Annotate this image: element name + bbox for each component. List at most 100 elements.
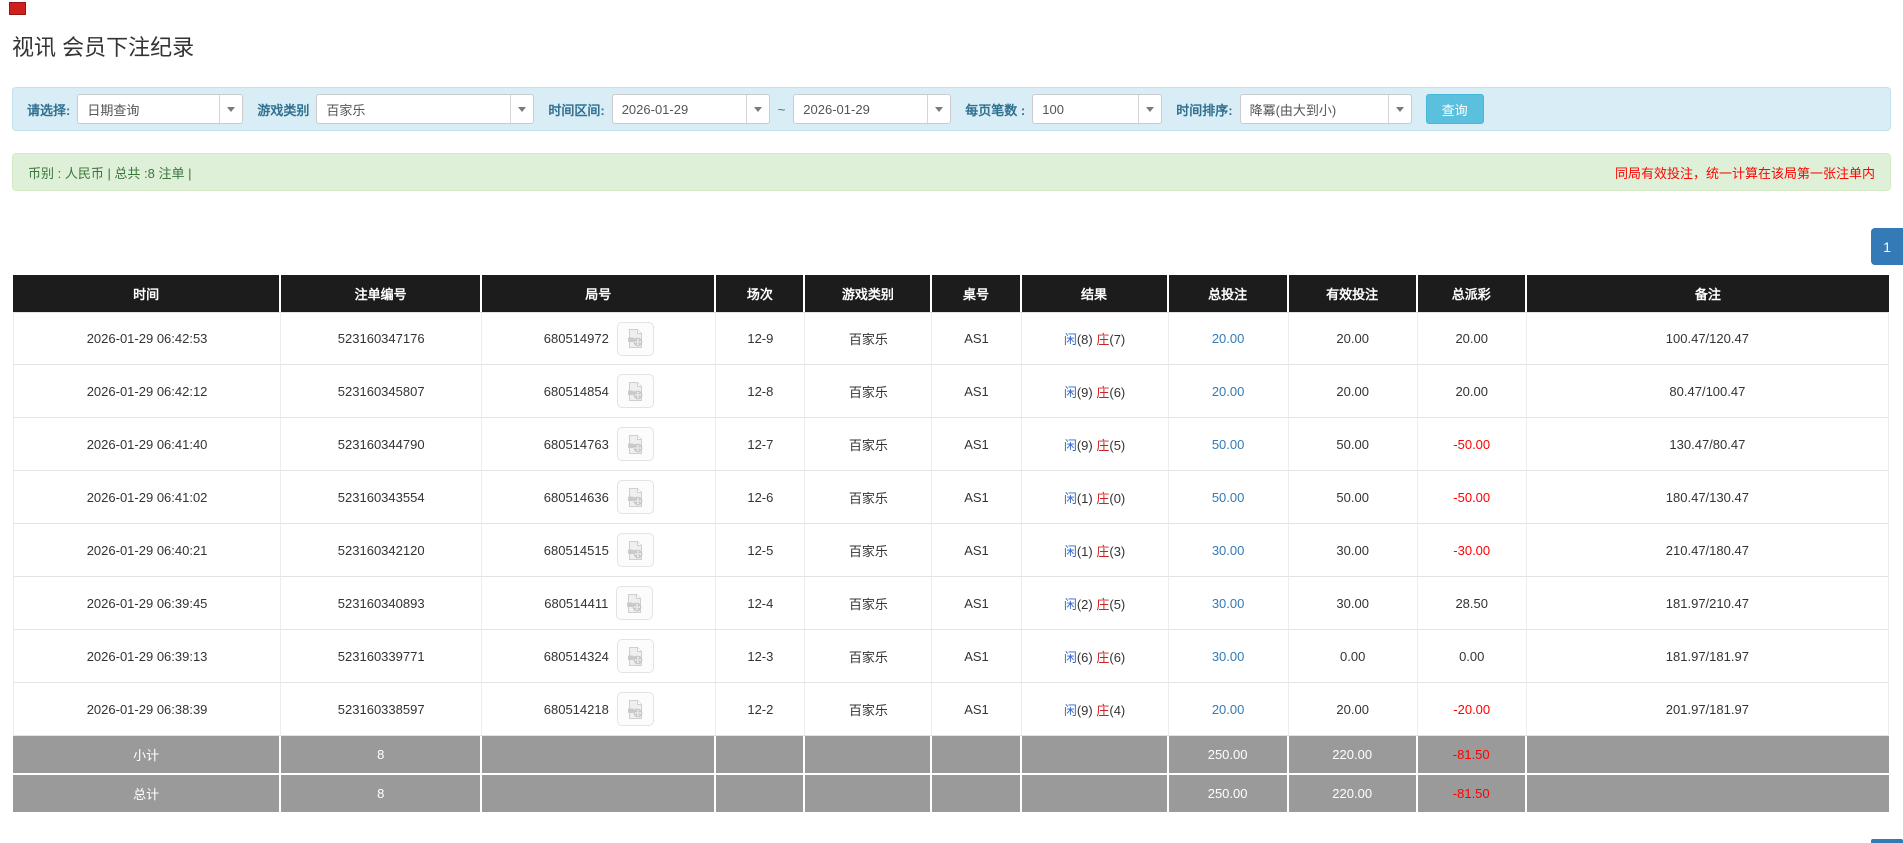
result-banker-score: (6) — [1109, 384, 1126, 400]
pagination-page-1[interactable]: 1 — [1871, 228, 1903, 265]
per-page-select[interactable]: 100 — [1032, 94, 1163, 124]
result-player-score: (6) — [1076, 649, 1093, 665]
round-id-value: 680514763 — [543, 436, 609, 452]
result-banker-score: (6) — [1109, 649, 1126, 665]
bet-records-table: 时间 注单编号 局号 场次 游戏类别 桌号 结果 总投注 有效投注 总派彩 备注… — [13, 275, 1889, 814]
round-id-value: 680514972 — [543, 331, 609, 346]
cell-session: 12-8 — [716, 365, 806, 418]
table-body: 2026-01-29 06:42:53 523160347176 6805149… — [13, 312, 1889, 736]
chevron-down-icon[interactable] — [745, 95, 769, 123]
video-replay-button[interactable] — [616, 374, 654, 408]
time-sort-label: 时间排序: — [1176, 102, 1233, 118]
filter-group-perpage: 每页笔数 : 100 — [965, 94, 1163, 124]
cell-valid-bet: 50.00 — [1288, 471, 1418, 524]
total-bet-link[interactable]: 20.00 — [1212, 702, 1245, 717]
per-page-value: 100 — [1042, 101, 1064, 117]
pagination-bottom-partial[interactable] — [1871, 839, 1903, 843]
cell-payout: -50.00 — [1417, 418, 1527, 471]
video-replay-button[interactable] — [616, 586, 654, 620]
chevron-down-icon[interactable] — [1138, 95, 1161, 123]
result-player-score: (2) — [1076, 596, 1093, 612]
cell-result: 闲(1) 庄(3) — [1021, 524, 1169, 577]
query-button[interactable]: 查询 — [1425, 94, 1484, 124]
result-banker-score: (0) — [1109, 490, 1126, 506]
total-bet-link[interactable]: 50.00 — [1212, 490, 1245, 505]
cell-table-no: AS1 — [932, 683, 1022, 736]
result-banker-score: (5) — [1109, 596, 1126, 612]
cell-remark: 130.47/80.47 — [1526, 418, 1889, 471]
cell-time: 2026-01-29 06:41:02 — [13, 471, 282, 524]
game-type-select[interactable]: 百家乐 — [316, 94, 535, 124]
filter-bar: 请选择: 日期查询 游戏类别 百家乐 时间区间: 2026-01-29 ~ 20… — [12, 87, 1891, 131]
result-player-score: (9) — [1076, 702, 1093, 718]
total-count: 8 — [281, 775, 483, 814]
result-player-label: 闲 — [1063, 649, 1077, 665]
filter-group-daterange: 时间区间: 2026-01-29 ~ 2026-01-29 — [548, 94, 952, 124]
table-row: 2026-01-29 06:42:53 523160347176 6805149… — [13, 312, 1889, 365]
subtotal-label: 小计 — [13, 736, 282, 775]
cell-round-id: 680514763 — [482, 418, 717, 471]
cell-game-type: 百家乐 — [805, 312, 933, 365]
video-replay-button[interactable] — [616, 480, 654, 514]
col-remark: 备注 — [1526, 275, 1889, 312]
total-row: 总计 8 250.00 220.00 -81.50 — [13, 775, 1889, 814]
table-header: 时间 注单编号 局号 场次 游戏类别 桌号 结果 总投注 有效投注 总派彩 备注 — [13, 275, 1889, 312]
cell-remark: 180.47/130.47 — [1526, 471, 1889, 524]
cell-payout: 20.00 — [1417, 365, 1527, 418]
cell-payout: 0.00 — [1417, 630, 1527, 683]
cell-remark: 80.47/100.47 — [1526, 365, 1889, 418]
cell-time: 2026-01-29 06:42:53 — [13, 312, 282, 365]
result-player-label: 闲 — [1063, 437, 1077, 453]
result-player-score: (8) — [1076, 332, 1093, 347]
time-sort-select[interactable]: 降冪(由大到小) — [1239, 94, 1412, 124]
video-replay-button[interactable] — [616, 639, 654, 673]
chevron-down-icon[interactable] — [927, 95, 950, 123]
total-bet-link[interactable]: 30.00 — [1212, 543, 1245, 558]
total-bet-link[interactable]: 50.00 — [1212, 437, 1245, 452]
col-result: 结果 — [1021, 275, 1169, 312]
col-total-bet: 总投注 — [1168, 275, 1289, 312]
cell-payout: -30.00 — [1417, 524, 1527, 577]
col-table-no: 桌号 — [932, 275, 1022, 312]
select-label: 请选择: — [27, 102, 71, 118]
total-bet-link[interactable]: 30.00 — [1212, 596, 1245, 611]
result-banker-label: 庄 — [1096, 437, 1110, 453]
total-bet-link[interactable]: 20.00 — [1212, 384, 1245, 399]
cell-payout: -20.00 — [1417, 683, 1527, 736]
video-replay-button[interactable] — [616, 533, 654, 567]
cell-valid-bet: 30.00 — [1288, 524, 1418, 577]
round-id-value: 680514854 — [543, 383, 609, 399]
query-type-select[interactable]: 日期查询 — [77, 94, 244, 124]
video-replay-button[interactable] — [616, 427, 654, 461]
cell-game-type: 百家乐 — [805, 630, 933, 683]
total-bet-link[interactable]: 20.00 — [1212, 331, 1245, 346]
video-replay-button[interactable] — [616, 692, 654, 726]
cell-round-id: 680514218 — [482, 683, 717, 736]
date-from-select[interactable]: 2026-01-29 — [611, 94, 770, 124]
result-banker-score: (4) — [1109, 702, 1126, 718]
cell-total-bet: 20.00 — [1168, 683, 1289, 736]
result-banker-score: (7) — [1109, 332, 1126, 347]
valid-bet-notice-text: 同局有效投注，统一计算在该局第一张注单内 — [1614, 165, 1875, 181]
cell-bet-id: 523160343554 — [281, 471, 483, 524]
result-player-score: (9) — [1076, 437, 1093, 453]
chevron-down-icon[interactable] — [219, 95, 242, 123]
page-title: 视讯 会员下注纪录 — [12, 35, 195, 60]
result-player-score: (9) — [1076, 384, 1093, 400]
cell-round-id: 680514636 — [482, 471, 717, 524]
broken-image-icon — [9, 2, 26, 15]
date-to-select[interactable]: 2026-01-29 — [793, 94, 952, 124]
video-file-icon — [627, 646, 643, 666]
result-banker-label: 庄 — [1096, 332, 1110, 347]
chevron-down-icon[interactable] — [1387, 95, 1411, 123]
total-bet-link[interactable]: 30.00 — [1212, 649, 1245, 664]
video-file-icon — [627, 699, 643, 719]
cell-game-type: 百家乐 — [805, 683, 933, 736]
filter-group-sort: 时间排序: 降冪(由大到小) — [1176, 94, 1412, 124]
bet-records-table-wrap: 时间 注单编号 局号 场次 游戏类别 桌号 结果 总投注 有效投注 总派彩 备注… — [13, 275, 1889, 814]
chevron-down-icon[interactable] — [510, 95, 533, 123]
cell-payout: 28.50 — [1417, 577, 1527, 630]
video-replay-button[interactable] — [616, 321, 654, 356]
cell-result: 闲(8) 庄(7) — [1021, 312, 1169, 365]
cell-bet-id: 523160345807 — [281, 365, 483, 418]
